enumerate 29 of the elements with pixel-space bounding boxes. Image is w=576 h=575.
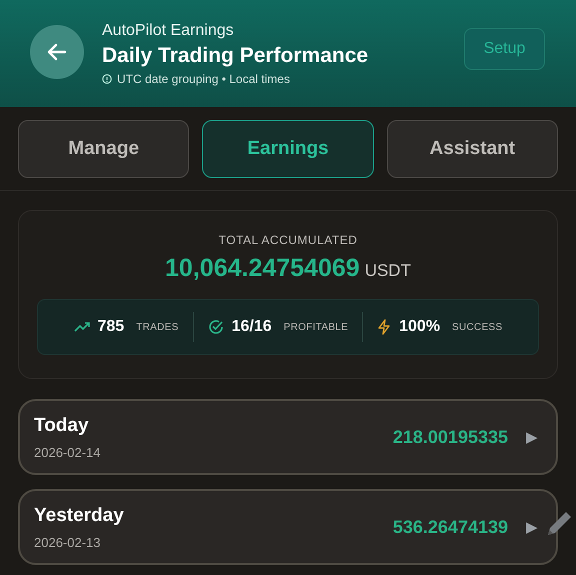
tab[interactable]: Manage bbox=[18, 120, 190, 178]
total-label: TOTAL ACCUMULATED bbox=[218, 233, 358, 247]
trend-up-icon bbox=[74, 321, 90, 333]
expand-arrow[interactable]: ▶ bbox=[526, 428, 538, 446]
app-subtitle: AutoPilot Earnings bbox=[102, 22, 235, 40]
day-name: Yesterday bbox=[34, 504, 125, 526]
stat-label: TRADES bbox=[136, 322, 179, 332]
stat-label: PROFITABLE bbox=[284, 322, 348, 332]
day-date: 2026-02-13 bbox=[34, 534, 102, 550]
day-row[interactable]: Today 2026-02-14 218.00195335 ▶ bbox=[18, 399, 558, 475]
expand-arrow[interactable]: ▶ bbox=[526, 518, 538, 536]
day-date: 2026-02-14 bbox=[34, 444, 102, 460]
tab[interactable]: Assistant bbox=[386, 120, 558, 178]
page-title: Daily Trading Performance bbox=[102, 44, 370, 68]
day-name: Today bbox=[34, 414, 90, 436]
stat-value: 16/16 bbox=[232, 318, 272, 336]
check-circle-icon bbox=[208, 319, 224, 335]
total-amount: 10,064.24754069 bbox=[165, 254, 360, 283]
day-row[interactable]: Yesterday 2026-02-13 536.26474139 ▶ bbox=[18, 489, 558, 565]
stat-label: SUCCESS bbox=[452, 322, 502, 332]
lightning-icon bbox=[377, 319, 392, 335]
currency-unit: USDT bbox=[364, 261, 411, 281]
stat-value: 100% bbox=[399, 318, 440, 336]
day-amount: 536.26474139 bbox=[392, 516, 508, 538]
tab[interactable]: Earnings bbox=[202, 120, 374, 178]
info-icon bbox=[102, 74, 112, 84]
day-amount: 218.00195335 bbox=[392, 426, 508, 448]
timezone-note: UTC date grouping • Local times bbox=[117, 72, 290, 86]
stat-value: 785 bbox=[98, 318, 124, 336]
